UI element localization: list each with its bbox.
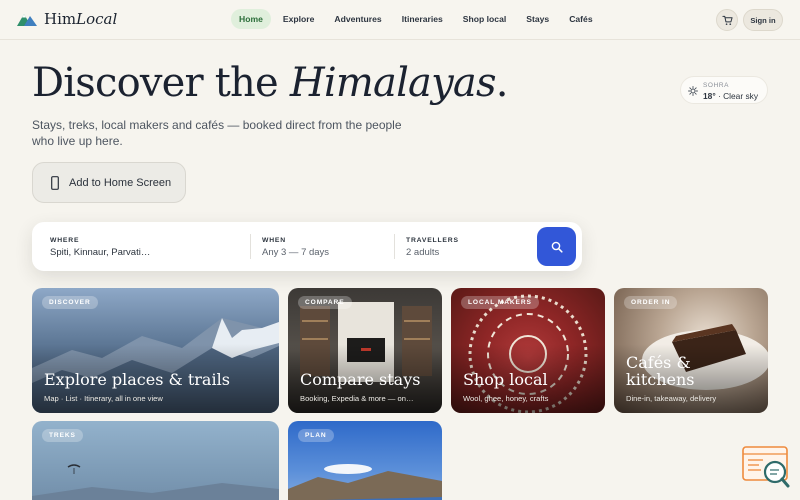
- phone-icon: [51, 175, 59, 190]
- when-value: Any 3 — 7 days: [262, 247, 330, 258]
- help-chat-button[interactable]: [741, 445, 791, 490]
- sun-icon: [688, 86, 698, 96]
- brand-name: HimLocal: [44, 10, 118, 28]
- card-chip: ORDER IN: [624, 296, 678, 309]
- card-chip: COMPARE: [298, 296, 352, 309]
- nav-link-home[interactable]: Home: [231, 9, 271, 29]
- discover-card[interactable]: DISCOVER Explore places & trails Map · L…: [32, 288, 279, 413]
- card-title: Cafés & kitchens: [626, 353, 695, 389]
- cart-icon: [721, 15, 733, 25]
- nav-links: Home Explore Adventures Itineraries Shop…: [231, 9, 605, 29]
- mountain-logo-icon: [17, 14, 37, 26]
- field-divider: [250, 234, 251, 259]
- where-value: Spiti, Kinnaur, Parvati…: [50, 247, 151, 258]
- card-title: Compare stays: [300, 370, 421, 389]
- card-chip: PLAN: [298, 429, 334, 442]
- nav-link-adventures[interactable]: Adventures: [326, 9, 389, 29]
- nav-link-shop-local[interactable]: Shop local: [455, 9, 514, 29]
- top-navigation: HimLocal Home Explore Adventures Itinera…: [0, 0, 800, 40]
- card-description: Map · List · Itinerary, all in one view: [44, 394, 163, 403]
- weather-widget: SOHRA 18° · Clear sky: [680, 76, 768, 104]
- add-to-home-screen-label: Add to Home Screen: [69, 176, 172, 189]
- weather-reading: 18° · Clear sky: [703, 91, 759, 101]
- compare-stays-card[interactable]: COMPARE Compare stays Booking, Expedia &…: [288, 288, 442, 413]
- travellers-field[interactable]: TRAVELLERS 2 adults: [406, 222, 526, 271]
- card-chip: TREKS: [42, 429, 83, 442]
- treks-card[interactable]: TREKS: [32, 421, 279, 500]
- where-field[interactable]: WHERE Spiti, Kinnaur, Parvati…: [50, 222, 250, 271]
- brand-logo[interactable]: HimLocal: [16, 10, 117, 28]
- search-icon: [551, 241, 563, 253]
- nav-link-stays[interactable]: Stays: [518, 9, 557, 29]
- card-title: Shop local: [463, 370, 548, 389]
- card-description: Booking, Expedia & more — on…: [300, 394, 414, 403]
- field-divider: [394, 234, 395, 259]
- shop-local-card[interactable]: LOCAL MAKERS Shop local Wool, ghee, hone…: [451, 288, 605, 413]
- search-bar: WHERE Spiti, Kinnaur, Parvati… WHEN Any …: [32, 222, 582, 271]
- card-chip: LOCAL MAKERS: [461, 296, 539, 309]
- plan-card[interactable]: PLAN: [288, 421, 442, 500]
- page-title: Discover the Himalayas.: [32, 60, 508, 106]
- card-title: Explore places & trails: [44, 370, 230, 389]
- when-field[interactable]: WHEN Any 3 — 7 days: [262, 222, 392, 271]
- card-chip: DISCOVER: [42, 296, 98, 309]
- card-description: Wool, ghee, honey, crafts: [463, 394, 549, 403]
- chat-search-icon: [742, 446, 790, 488]
- nav-link-cafes[interactable]: Cafés: [561, 9, 600, 29]
- travellers-value: 2 adults: [406, 247, 440, 258]
- cafes-kitchens-card[interactable]: ORDER IN Cafés & kitchens Dine-in, takea…: [614, 288, 768, 413]
- sign-in-button[interactable]: Sign in: [743, 9, 783, 31]
- when-label: WHEN: [262, 237, 286, 244]
- card-description: Dine-in, takeaway, delivery: [626, 394, 717, 403]
- hero-subtitle: Stays, treks, local makers and cafés — b…: [32, 118, 402, 148]
- cart-button[interactable]: [716, 9, 738, 31]
- where-label: WHERE: [50, 237, 80, 244]
- travellers-label: TRAVELLERS: [406, 237, 459, 244]
- weather-location: SOHRA: [703, 82, 730, 89]
- add-to-home-screen-button[interactable]: Add to Home Screen: [32, 162, 186, 203]
- search-button[interactable]: [537, 227, 576, 266]
- nav-link-explore[interactable]: Explore: [275, 9, 323, 29]
- nav-link-itineraries[interactable]: Itineraries: [394, 9, 451, 29]
